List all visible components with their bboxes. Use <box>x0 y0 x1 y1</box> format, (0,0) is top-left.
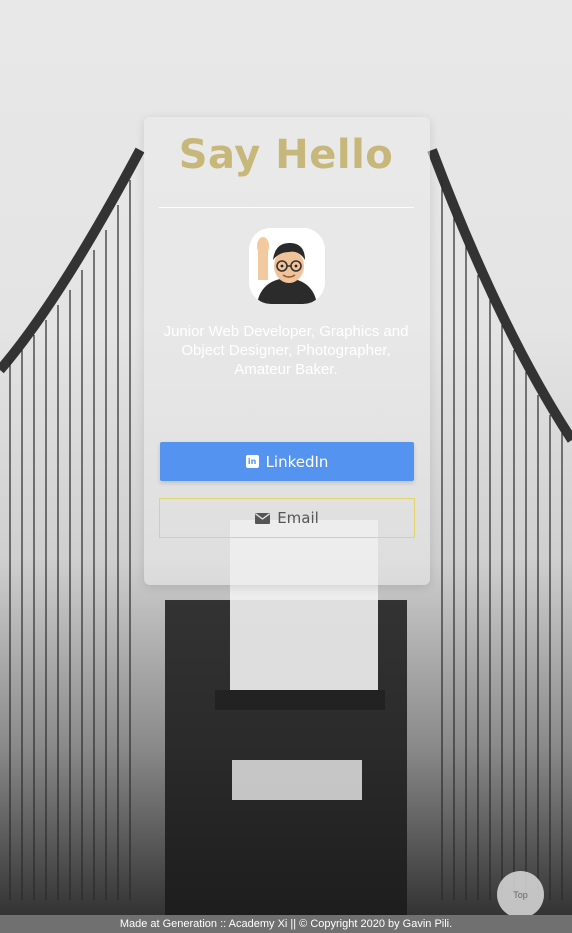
email-button-label: Email <box>277 509 319 527</box>
linkedin-button-label: LinkedIn <box>265 452 329 471</box>
email-button[interactable]: Email <box>159 498 415 538</box>
memoji-avatar-icon <box>249 228 325 304</box>
title-divider <box>159 207 414 208</box>
page-title: Say Hello <box>178 132 394 178</box>
envelope-icon <box>255 512 271 524</box>
linkedin-icon: in <box>245 455 259 468</box>
avatar <box>249 228 325 304</box>
bio-text: Junior Web Developer, Graphics and Objec… <box>163 323 409 378</box>
linkedin-button[interactable]: in LinkedIn <box>160 442 414 481</box>
footer-copyright: Made at Generation :: Academy Xi || © Co… <box>0 915 572 933</box>
back-to-top-button[interactable]: Top <box>497 871 544 918</box>
